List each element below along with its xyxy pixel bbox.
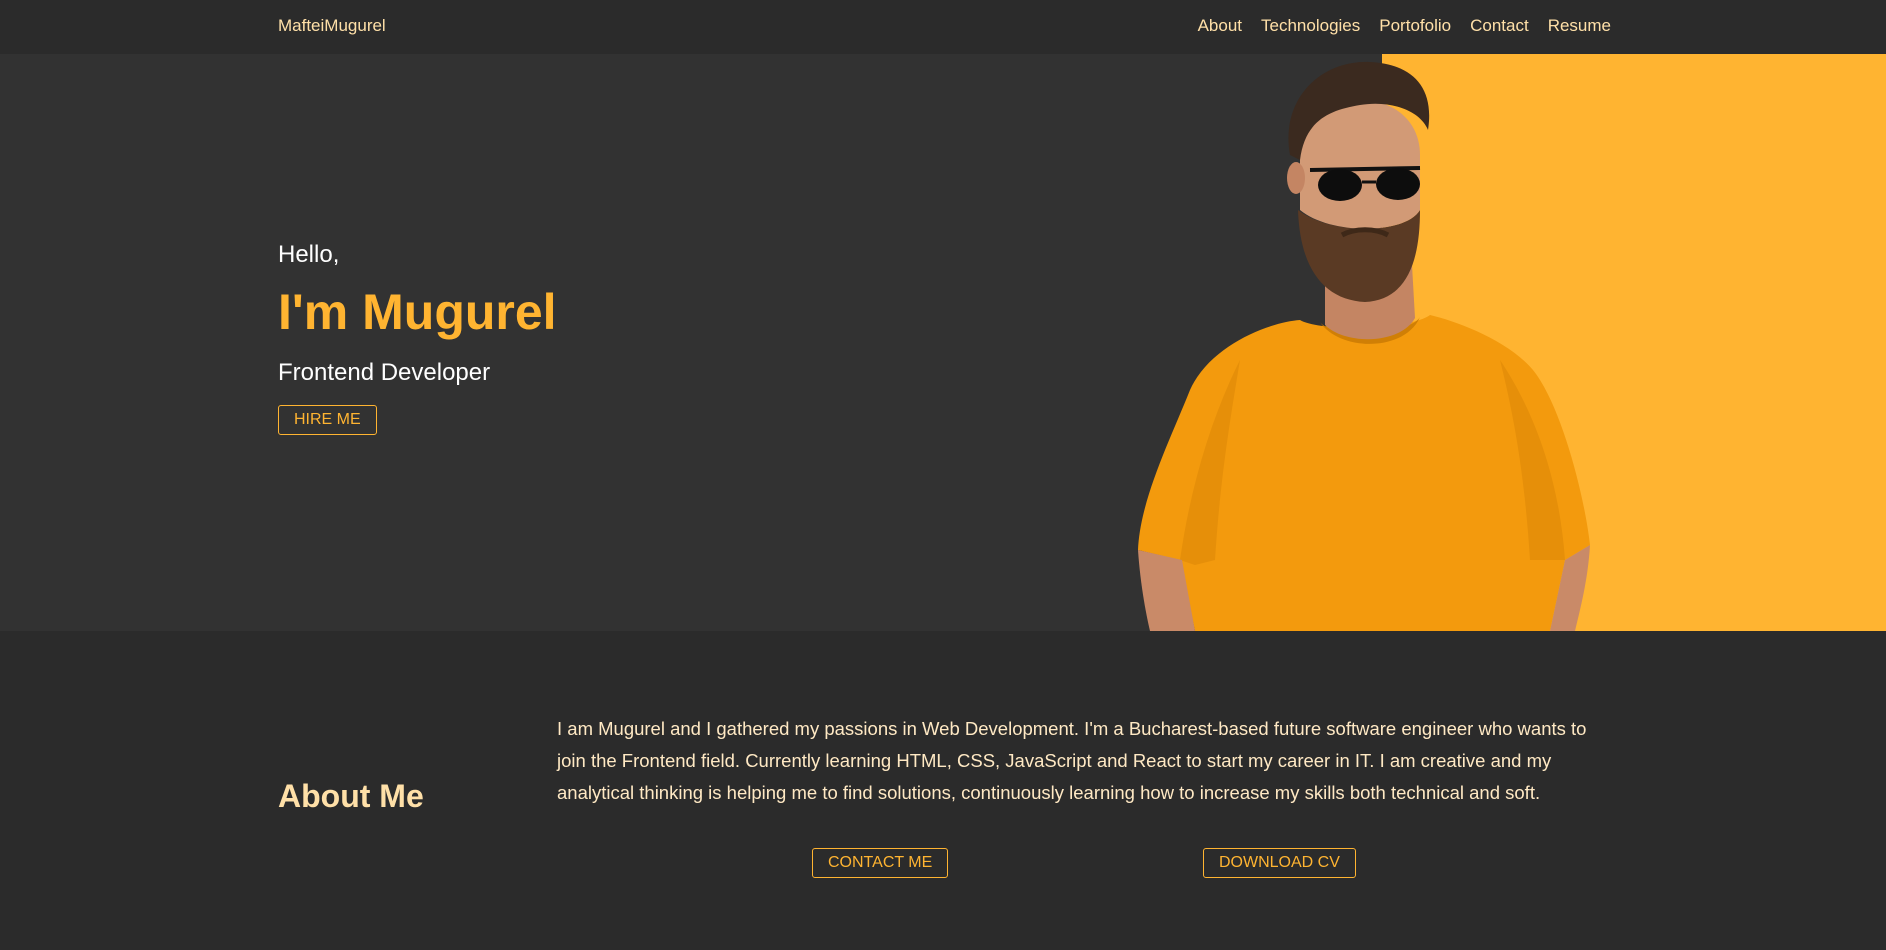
nav-link-contact[interactable]: Contact [1470,16,1529,36]
nav-links: About Technologies Portofolio Contact Re… [1198,16,1611,36]
hire-me-button[interactable]: HIRE ME [278,405,377,435]
navbar: MafteiMugurel About Technologies Portofo… [0,0,1886,54]
about-paragraph: I am Mugurel and I gathered my passions … [557,718,1587,803]
download-cv-button[interactable]: DOWNLOAD CV [1203,848,1356,878]
portrait-image [1138,61,1590,631]
brand-logo-link[interactable]: MafteiMugurel [278,16,386,36]
contact-me-button[interactable]: CONTACT ME [812,848,949,878]
hero-text: Hello, I'm Mugurel Frontend Developer HI… [278,243,557,435]
nav-link-resume[interactable]: Resume [1548,16,1611,36]
about-title: About Me [278,778,424,814]
nav-link-technologies[interactable]: Technologies [1261,16,1360,36]
hero-name: I'm Mugurel [278,284,557,340]
hero-greeting: Hello, [278,241,340,268]
nav-link-portfolio[interactable]: Portofolio [1379,16,1451,36]
hero-section: Hello, I'm Mugurel Frontend Developer HI… [0,54,1886,631]
about-section: About Me I am Mugurel and I gathered my … [0,631,1886,950]
nav-link-about[interactable]: About [1198,16,1242,36]
hero-role: Frontend Developer [278,359,491,386]
